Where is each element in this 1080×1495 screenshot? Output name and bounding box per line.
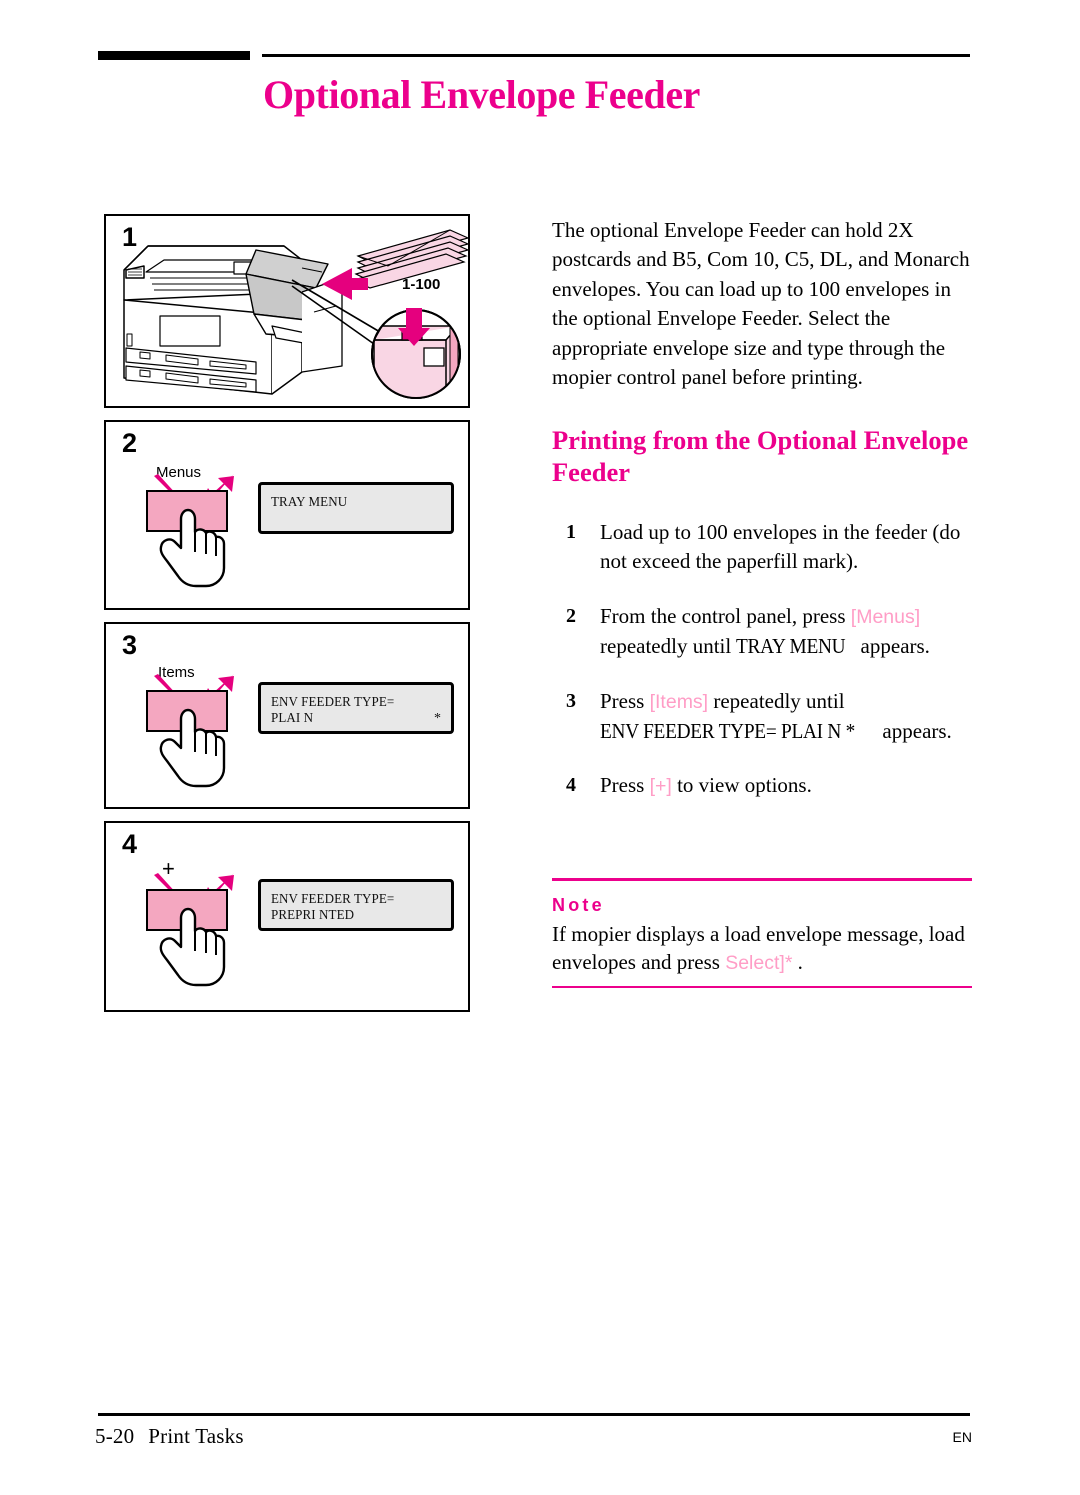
step-item: 2 From the control panel, press [Menus] r… xyxy=(552,602,982,662)
step-number: 4 xyxy=(566,774,576,797)
step-number: 2 xyxy=(566,604,576,627)
lcd-line-2: PREPRI NTED xyxy=(271,908,355,923)
note-heading: Note xyxy=(552,894,605,915)
panel-number: 3 xyxy=(122,630,138,660)
step-number: 3 xyxy=(566,689,576,712)
note-block: Note If mopier displays a load envelope … xyxy=(552,878,972,988)
lcd-asterisk: * xyxy=(434,711,441,726)
step-text: Press xyxy=(600,773,650,798)
note-body: If mopier displays a load envelope messa… xyxy=(552,920,972,978)
step-text: repeatedly until xyxy=(708,688,845,713)
note-text-after: . xyxy=(792,950,803,974)
note-rule-top xyxy=(552,878,972,881)
lcd-line-1: TRAY MENU xyxy=(271,495,348,510)
step-number: 1 xyxy=(566,521,576,543)
pointing-hand-icon xyxy=(159,708,226,788)
step-text: Press xyxy=(600,688,650,713)
panel-number: 4 xyxy=(122,829,138,859)
step-text: appears. xyxy=(877,719,952,744)
pointing-hand-icon xyxy=(159,907,226,987)
note-key-name: Select]* xyxy=(725,952,793,974)
page-number: 5-20 xyxy=(95,1424,135,1448)
step-text: appears. xyxy=(855,634,930,659)
footer-left: 5-20 Print Tasks xyxy=(95,1424,244,1449)
numbered-steps-list: 1 Load up to 100 envelopes in the feeder … xyxy=(552,518,982,827)
lcd-message-text: ENV FEEDER TYPE= PLAI N * xyxy=(600,719,855,744)
section-subheading: Printing from the Optional Envelope Feed… xyxy=(552,425,969,487)
lcd-line-1: ENV FEEDER TYPE= xyxy=(271,892,395,907)
section-name: Print Tasks xyxy=(148,1424,244,1448)
step-item: 4 Press [+] to view options. xyxy=(552,771,982,801)
page-title: Optional Envelope Feeder xyxy=(263,72,701,117)
lcd-display: ENV FEEDER TYPE= PREPRI NTED xyxy=(258,879,454,931)
header-rule-thin xyxy=(262,54,970,57)
lcd-line-2: PLAI N xyxy=(271,711,314,726)
capacity-label: 1-100 xyxy=(402,276,441,293)
panel-number: 2 xyxy=(122,428,138,458)
step-item: 1 Load up to 100 envelopes in the feeder … xyxy=(552,518,982,577)
header-rule-thick xyxy=(98,51,250,60)
figure-panel-1: 1 1-100 xyxy=(104,214,470,408)
note-rule-bottom xyxy=(552,985,972,988)
step-text: Load up to 100 envelopes in the feeder (… xyxy=(600,520,961,574)
lcd-display: TRAY MENU xyxy=(258,482,454,534)
step-text: to view options. xyxy=(671,773,812,798)
key-name: [+] xyxy=(649,775,672,798)
footer-rule xyxy=(98,1413,970,1416)
figure-panel-4: 4 + ENV FEEDER TYPE= PREPRI NTED xyxy=(104,821,470,1012)
lcd-display: ENV FEEDER TYPE= PLAI N * xyxy=(258,682,454,734)
figure-panel-2: 2 Menus TRAY MENU xyxy=(104,420,470,610)
key-name: [Items] xyxy=(649,690,709,713)
step-text: From the control panel, press xyxy=(600,603,851,628)
figure-panel-3: 3 Items ENV FEEDER TYPE= PLAI N * xyxy=(104,622,470,809)
step-text: repeatedly until xyxy=(600,634,737,659)
lcd-message-text: TRAY MENU xyxy=(736,634,846,659)
step-item: 3 Press [Items] repeatedly until ENV FEED… xyxy=(552,687,982,747)
key-name: [Menus] xyxy=(850,605,921,628)
language-code: EN xyxy=(952,1429,972,1445)
lcd-line-1: ENV FEEDER TYPE= xyxy=(271,695,395,710)
printer-illustration xyxy=(123,229,468,399)
intro-paragraph: The optional Envelope Feeder can hold 2X… xyxy=(552,218,970,390)
pointing-hand-icon xyxy=(159,508,226,588)
